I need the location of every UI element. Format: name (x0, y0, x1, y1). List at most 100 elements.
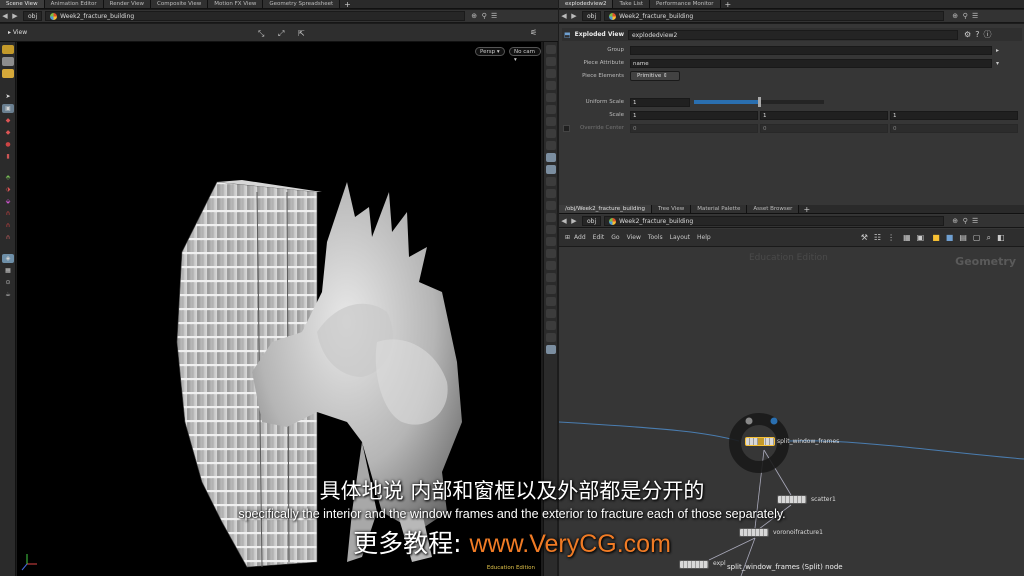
sticky-note-icon[interactable]: ■ (932, 233, 940, 242)
add-param-tab-icon[interactable]: + (721, 0, 736, 8)
tab-render-view[interactable]: Render View (103, 0, 152, 8)
gear-icon[interactable]: ⚙ (964, 30, 971, 39)
display-option-4-icon[interactable] (546, 81, 556, 90)
tab-animation-editor[interactable]: Animation Editor (44, 0, 104, 8)
path-network[interactable]: Week2_fracture_building (45, 11, 466, 21)
tab-composite-view[interactable]: Composite View (151, 0, 209, 8)
tab-geometry-spreadsheet[interactable]: Geometry Spreadsheet (263, 0, 341, 8)
param-menu-icon[interactable]: ☰ (970, 12, 980, 20)
tab-scene-view[interactable]: Scene View (0, 0, 45, 8)
panel-menu-icon[interactable]: ☰ (489, 12, 499, 20)
menu-layout[interactable]: Layout (670, 234, 690, 241)
handle-tool-icon[interactable] (2, 45, 14, 54)
menu-view[interactable]: View (627, 234, 641, 241)
param-path-context[interactable]: obj (582, 11, 602, 21)
piece-attr-menu-icon[interactable]: ▾ (996, 60, 999, 67)
net-link-icon[interactable]: ⚲ (960, 217, 970, 225)
display-option-3-icon[interactable] (546, 69, 556, 78)
node-explodedview[interactable] (679, 560, 709, 569)
display-option-11-icon[interactable] (546, 165, 556, 174)
tab-performance-monitor[interactable]: Performance Monitor (650, 0, 721, 8)
info-icon[interactable]: ⓘ (983, 29, 991, 40)
snap-point-icon[interactable]: ⊙ (2, 278, 14, 287)
param-back-icon[interactable]: ◀ (559, 12, 569, 20)
display-option-15-icon[interactable] (546, 213, 556, 222)
net-path-network[interactable]: Week2_fracture_building (604, 216, 945, 226)
snap-icon[interactable]: ⤡ (258, 29, 264, 39)
display-option-19-icon[interactable] (546, 261, 556, 270)
display-option-22-icon[interactable] (546, 297, 556, 306)
pointer-icon[interactable]: ➤ (2, 92, 14, 101)
pane-options-icon[interactable]: ◧ (997, 233, 1005, 242)
help-icon[interactable]: ? (975, 30, 979, 39)
forward-icon[interactable]: ▶ (10, 12, 20, 20)
snap-grid-icon[interactable]: ◈ (2, 254, 14, 263)
net-path-context[interactable]: obj (582, 216, 602, 226)
param-forward-icon[interactable]: ▶ (569, 12, 579, 20)
magnet-icon[interactable]: ∩ (2, 209, 14, 218)
display-option-18-icon[interactable] (546, 249, 556, 258)
tab-motion-fx-view[interactable]: Motion FX View (208, 0, 264, 8)
snap-prim-icon[interactable]: ▦ (2, 266, 14, 275)
magnet2-icon[interactable]: ∩ (2, 221, 14, 230)
render-icon[interactable]: ☕ (2, 290, 14, 299)
override-center-x-field[interactable]: 0 (630, 123, 758, 133)
camera-tool-icon[interactable]: ◆ (2, 128, 14, 137)
display-option-12-icon[interactable] (546, 177, 556, 186)
display-option-6-icon[interactable] (546, 105, 556, 114)
piece-elem-dropdown[interactable]: Primitive ⇕ (630, 71, 680, 81)
rotate-tool-icon[interactable]: ⬗ (2, 185, 14, 194)
display-option-17-icon[interactable] (546, 237, 556, 246)
wire-icon[interactable]: ▢ (973, 233, 981, 242)
display-option-9-icon[interactable] (546, 141, 556, 150)
display-option-8-icon[interactable] (546, 129, 556, 138)
tab-explodedview2[interactable]: explodedview2 (559, 0, 614, 8)
menu-edit[interactable]: Edit (593, 234, 605, 241)
net-back-icon[interactable]: ◀ (559, 217, 569, 225)
group-select-icon[interactable]: ▸ (996, 47, 999, 54)
display-option-7-icon[interactable] (546, 117, 556, 126)
menu-add[interactable]: Add (574, 234, 586, 241)
display-option-20-icon[interactable] (546, 273, 556, 282)
tab-material-palette[interactable]: Material Palette (691, 205, 748, 213)
node-split-window-frames[interactable] (745, 437, 775, 446)
net-forward-icon[interactable]: ▶ (569, 217, 579, 225)
piece-attr-field[interactable]: name (630, 58, 992, 68)
display-option-2-icon[interactable] (546, 57, 556, 66)
dot-icon[interactable]: ▤ (959, 233, 967, 242)
image-icon[interactable]: ▣ (917, 233, 925, 242)
path-context[interactable]: obj (23, 11, 43, 21)
transform-icon[interactable]: ⇱ (298, 29, 305, 38)
menu-help[interactable]: Help (697, 234, 711, 241)
back-icon[interactable]: ◀ (0, 12, 10, 20)
param-pin-icon[interactable]: ⊕ (950, 12, 960, 20)
display-option-10-icon[interactable] (546, 153, 556, 162)
tab-asset-browser[interactable]: Asset Browser (747, 205, 800, 213)
scene-tool-icon[interactable] (2, 69, 14, 78)
pose-tool-icon[interactable]: ● (2, 140, 14, 149)
display-option-1-icon[interactable] (546, 45, 556, 54)
move-tool-icon[interactable]: ⬘ (2, 173, 14, 182)
menu-net-icon[interactable]: ⊞ (565, 234, 570, 241)
display-option-21-icon[interactable] (546, 285, 556, 294)
tab-take-list[interactable]: Take List (613, 0, 651, 8)
tree-icon[interactable]: ⋮ (887, 233, 895, 242)
select-mode-icon[interactable]: ⤢ (278, 29, 284, 39)
net-pin-icon[interactable]: ⊕ (950, 217, 960, 225)
scale-y-field[interactable]: 1 (760, 110, 888, 120)
display-option-16-icon[interactable] (546, 225, 556, 234)
uniform-scale-slider[interactable] (694, 97, 824, 107)
pin-icon[interactable]: ⊕ (469, 12, 479, 20)
display-option-5-icon[interactable] (546, 93, 556, 102)
link-icon[interactable]: ⚲ (479, 12, 489, 20)
uniform-scale-field[interactable]: 1 (630, 97, 690, 107)
display-option-25-icon[interactable] (546, 333, 556, 342)
display-options-icon[interactable]: ⚟ (530, 28, 537, 37)
menu-go[interactable]: Go (611, 234, 619, 241)
display-option-26-icon[interactable] (546, 345, 556, 354)
override-center-z-field[interactable]: 0 (890, 123, 1018, 133)
display-option-24-icon[interactable] (546, 321, 556, 330)
tab-network[interactable]: /obj/Week2_fracture_building (559, 205, 652, 213)
display-option-13-icon[interactable] (546, 189, 556, 198)
scale-z-field[interactable]: 1 (890, 110, 1018, 120)
